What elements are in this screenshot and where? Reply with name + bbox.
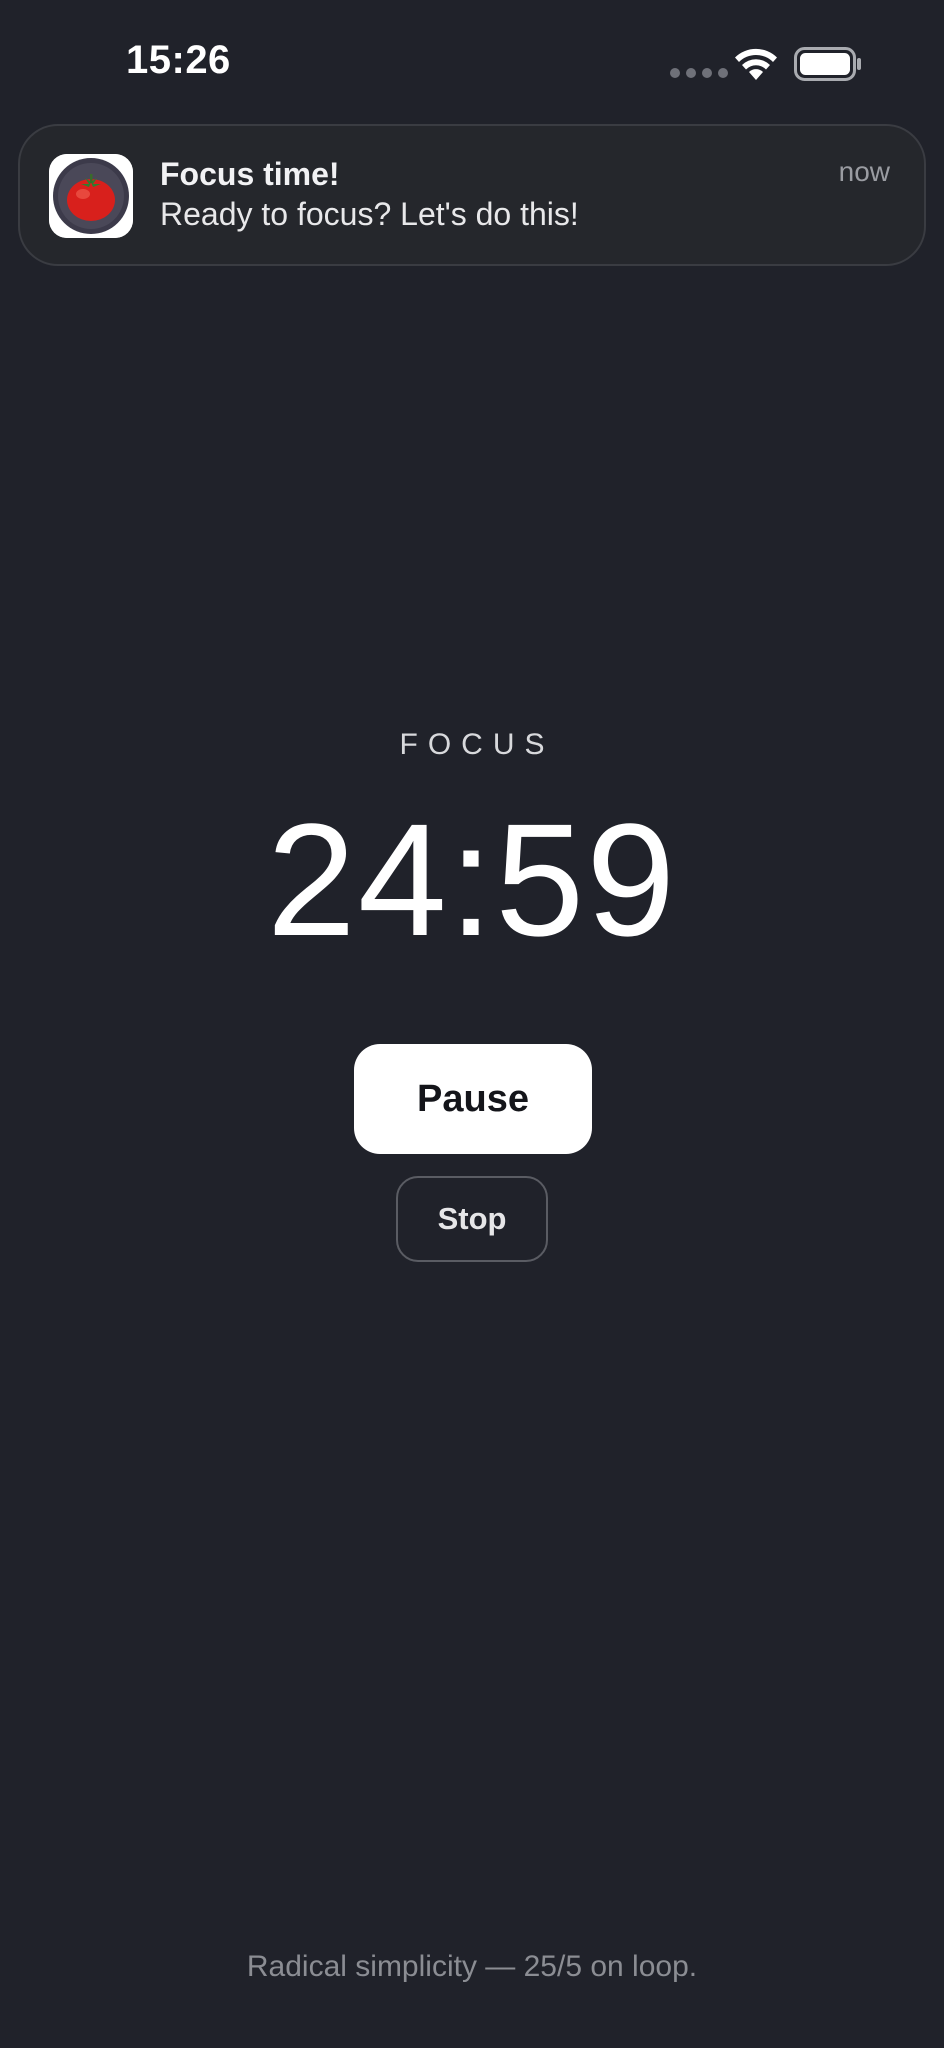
timer-display: 24:59 xyxy=(266,790,678,969)
screen: 15:26 Focus time! Ready to focus? Let's … xyxy=(0,0,944,2048)
notification-banner[interactable]: Focus time! Ready to focus? Let's do thi… xyxy=(18,124,926,266)
notification-title: Focus time! xyxy=(160,156,340,192)
pause-button[interactable]: Pause xyxy=(354,1044,592,1154)
footer-tagline: Radical simplicity — 25/5 on loop. xyxy=(246,1950,698,1983)
wifi-icon xyxy=(735,48,777,80)
battery-icon xyxy=(794,47,861,81)
notification-body: Ready to focus? Let's do this! xyxy=(160,196,579,232)
tomato-icon xyxy=(49,154,133,238)
notification-time: now xyxy=(838,156,890,187)
cellular-signal-icon xyxy=(670,68,728,78)
mode-label: FOCUS xyxy=(399,728,555,761)
status-time: 15:26 xyxy=(126,38,231,82)
stop-button[interactable]: Stop xyxy=(396,1176,548,1262)
